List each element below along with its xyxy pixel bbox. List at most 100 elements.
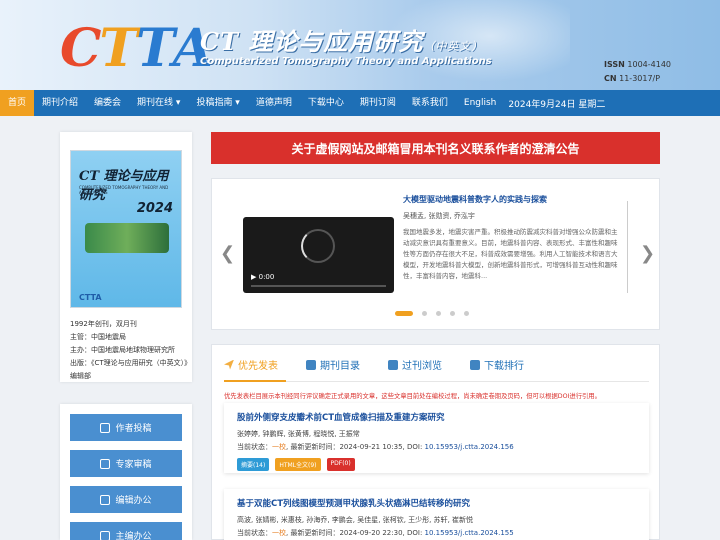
grid-icon bbox=[306, 359, 316, 370]
article-card: 股前外侧穿支皮瓣术前CT血管成像扫描及重建方案研究 张婷婷, 钟鹏辉, 张黄博,… bbox=[224, 403, 649, 473]
review-icon bbox=[100, 458, 111, 469]
active-tab-indicator bbox=[224, 380, 286, 382]
site-logo[interactable]: CTTA bbox=[60, 18, 213, 79]
article-authors: 张婷婷, 钟鹏辉, 张黄博, 程晓悦, 王振常 bbox=[237, 430, 360, 438]
tab-label: 期刊目录 bbox=[320, 361, 360, 372]
carousel-next-button[interactable]: ❯ bbox=[640, 243, 655, 264]
author-submit-button[interactable]: 作者投稿 bbox=[70, 414, 182, 441]
tab-label: 过刊浏览 bbox=[402, 361, 442, 372]
edit-icon bbox=[100, 494, 111, 505]
journal-cover-image[interactable]: CT 理论与应用研究 COMPUTERIZED TOMOGRAPHY THEOR… bbox=[70, 150, 182, 308]
button-label: 作者投稿 bbox=[115, 424, 152, 434]
cover-year: 2024 bbox=[136, 201, 173, 216]
tab-label: 下载排行 bbox=[484, 361, 524, 372]
logo-letter: T bbox=[99, 18, 138, 79]
article-meta: 当前状态：一校, 最新更新时间：2024-09-21 10:35, DOI: 1… bbox=[237, 442, 514, 452]
logo-letter: T bbox=[136, 18, 175, 79]
status-value: 一校 bbox=[272, 443, 286, 451]
cover-subtitle: COMPUTERIZED TOMOGRAPHY THEORY AND APPLI… bbox=[79, 185, 169, 195]
abstract-badge[interactable]: 摘要(14) bbox=[237, 458, 270, 471]
article-meta: 当前状态：一校, 最新更新时间：2024-09-20 22:30, DOI: 1… bbox=[237, 528, 514, 538]
nav-item-home[interactable]: 首页 bbox=[0, 90, 35, 116]
issn-label: ISSN bbox=[604, 60, 625, 69]
button-label: 专家审稿 bbox=[115, 460, 152, 470]
video-player[interactable]: ▶ 0:00 bbox=[243, 217, 394, 293]
carousel-article-authors: 吴穗孟, 张勋资, 乔泓宇 bbox=[403, 212, 475, 220]
update-time: , 最新更新时间：2024-09-20 22:30, DOI: bbox=[286, 529, 425, 537]
tab-download-ranking[interactable]: 下载排行 bbox=[470, 357, 524, 372]
html-fulltext-badge[interactable]: HTML全文(9) bbox=[275, 458, 321, 471]
nav-item-intro[interactable]: 期刊介绍 bbox=[34, 90, 86, 116]
carousel-prev-button[interactable]: ❮ bbox=[220, 243, 235, 264]
button-label: 编辑办公 bbox=[115, 496, 152, 506]
button-label: 主编办公 bbox=[115, 532, 152, 540]
carousel-dot[interactable] bbox=[436, 311, 441, 316]
loading-spinner-icon bbox=[301, 229, 335, 263]
info-supervisor: 主管：中国地震局 bbox=[70, 333, 126, 341]
nav-item-editorial-board[interactable]: 编委会 bbox=[86, 90, 129, 116]
nav-item-subscribe[interactable]: 期刊订阅 bbox=[352, 90, 404, 116]
tab-priority-publish[interactable]: 优先发表 bbox=[224, 357, 278, 372]
article-badges: 摘要(14) HTML全文(9) PDF(0) bbox=[237, 458, 361, 471]
user-icon bbox=[100, 422, 111, 433]
cn-label: CN bbox=[604, 74, 617, 83]
doi-link[interactable]: 10.15953/j.ctta.2024.155 bbox=[425, 529, 514, 537]
nav-item-downloads[interactable]: 下载中心 bbox=[300, 90, 352, 116]
video-controls[interactable]: ▶ 0:00 bbox=[251, 273, 274, 281]
nav-item-english[interactable]: English bbox=[456, 90, 505, 116]
journal-title-en: Computerized Tomography Theory and Appli… bbox=[200, 56, 492, 67]
carousel-scrollbar[interactable] bbox=[627, 201, 628, 293]
office-buttons-card: 作者投稿 专家审稿 编辑办公 主编办公 bbox=[60, 404, 192, 540]
tab-bar: 优先发表 期刊目录 过刊浏览 下载排行 bbox=[224, 357, 552, 372]
download-icon bbox=[470, 359, 480, 370]
carousel-article-title[interactable]: 大模型驱动地震科普数字人的实践与探索 bbox=[403, 194, 547, 205]
issn-value: 1004-4140 bbox=[627, 60, 671, 69]
tab-label: 优先发表 bbox=[238, 361, 278, 372]
carousel-dot[interactable] bbox=[395, 311, 413, 316]
tab-current-issue[interactable]: 期刊目录 bbox=[306, 357, 360, 372]
info-publisher: 出版：《CT理论与应用研究（中英文）》编辑部 bbox=[70, 359, 188, 380]
archive-icon bbox=[388, 359, 398, 370]
carousel-dot[interactable] bbox=[422, 311, 427, 316]
tab-past-issues[interactable]: 过刊浏览 bbox=[388, 357, 442, 372]
featured-carousel: ❮ ▶ 0:00 大模型驱动地震科普数字人的实践与探索 吴穗孟, 张勋资, 乔泓… bbox=[211, 178, 660, 330]
article-title[interactable]: 股前外侧穿支皮瓣术前CT血管成像扫描及重建方案研究 bbox=[237, 411, 445, 423]
article-authors: 高波, 张婧彬, 米惠枝, 孙海乔, 李鹏会, 吴佳星, 张柯钦, 王少彤, 苏… bbox=[237, 516, 474, 524]
article-card: 基于双能CT列线图模型预测甲状腺乳头状癌淋巴结转移的研究 高波, 张婧彬, 米惠… bbox=[224, 489, 649, 540]
carousel-article-abstract: 我国地震多发，地震灾害严重。积极推动防震减灾科普对增强公众防震和主动减灾意识具有… bbox=[403, 228, 618, 280]
carousel-dot[interactable] bbox=[464, 311, 469, 316]
articles-tabs-panel: 优先发表 期刊目录 过刊浏览 下载排行 优先发表栏目展示本刊经同行评议确定正式录… bbox=[211, 344, 660, 540]
article-title[interactable]: 基于双能CT列线图模型预测甲状腺乳头状癌淋巴结转移的研究 bbox=[237, 497, 470, 509]
pdf-badge[interactable]: PDF(0) bbox=[326, 458, 355, 471]
cn-value: 11-3017/P bbox=[619, 74, 661, 83]
nav-item-submission-guide[interactable]: 投稿指南 ▾ bbox=[188, 90, 247, 116]
chief-editor-office-button[interactable]: 主编办公 bbox=[70, 522, 182, 540]
person-icon bbox=[100, 530, 111, 540]
nav-item-journal-online[interactable]: 期刊在线 ▾ bbox=[129, 90, 188, 116]
video-time: 0:00 bbox=[258, 273, 275, 281]
tab-underline bbox=[224, 380, 649, 382]
header-banner: CTTA CT 理论与应用研究（中英文） Computerized Tomogr… bbox=[0, 0, 720, 90]
nav-item-contact[interactable]: 联系我们 bbox=[404, 90, 456, 116]
cover-logo: CTTA bbox=[79, 293, 102, 302]
nav-item-ethics[interactable]: 道德声明 bbox=[248, 90, 300, 116]
status-prefix: 当前状态： bbox=[237, 443, 272, 451]
editor-office-button[interactable]: 编辑办公 bbox=[70, 486, 182, 513]
journal-title-cn: CT 理论与应用研究（中英文） bbox=[200, 22, 483, 57]
main-nav: 首页 期刊介绍 编委会 期刊在线 ▾ 投稿指南 ▾ 道德声明 下载中心 期刊订阅… bbox=[0, 90, 720, 116]
issn-block: ISSN 1004-4140 CN 11-3017/P bbox=[604, 58, 671, 86]
doi-link[interactable]: 10.15953/j.ctta.2024.156 bbox=[425, 443, 514, 451]
send-icon bbox=[224, 359, 234, 370]
priority-publish-note: 优先发表栏目展示本刊经同行评议确定正式录用的文章，这些文章目前处在编校过程，尚未… bbox=[224, 393, 601, 400]
expert-review-button[interactable]: 专家审稿 bbox=[70, 450, 182, 477]
clarification-notice-banner[interactable]: 关于虚假网站及邮箱冒用本刊名义联系作者的澄清公告 bbox=[211, 132, 660, 164]
carousel-dot[interactable] bbox=[450, 311, 455, 316]
info-sponsor: 主办：中国地震局地球物理研究所 bbox=[70, 346, 175, 354]
video-progress-bar[interactable] bbox=[251, 285, 386, 287]
info-founded: 1992年创刊，双月刊 bbox=[70, 320, 137, 328]
journal-info: 1992年创刊，双月刊 主管：中国地震局 主办：中国地震局地球物理研究所 出版：… bbox=[70, 318, 190, 383]
status-value: 一校 bbox=[272, 529, 286, 537]
current-date: 2024年9月24日 星期二 bbox=[508, 99, 606, 110]
cover-artwork bbox=[85, 223, 169, 253]
carousel-pagination bbox=[395, 311, 478, 316]
